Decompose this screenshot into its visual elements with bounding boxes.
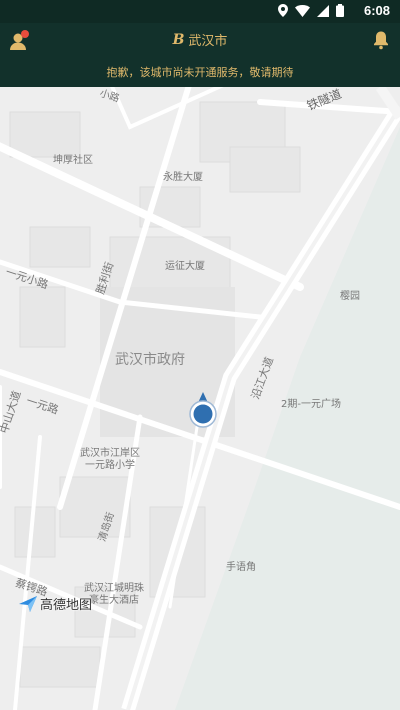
- attribution-text: 高德地图: [40, 598, 93, 613]
- map-label-yingyuan: 樱园: [340, 291, 360, 302]
- status-icons: [278, 4, 344, 17]
- notification-button[interactable]: [372, 30, 390, 50]
- brand-logo-icon: B: [172, 31, 185, 48]
- map-label-plaza: 2期-一元广场: [281, 399, 341, 410]
- map-label-shouyu: 手语角: [226, 562, 256, 573]
- signal-icon: [317, 4, 329, 17]
- battery-icon: [336, 4, 344, 17]
- map-label-yongsheng: 永胜大厦: [163, 172, 203, 183]
- app-header: B 武汉市 抱歉，该城市尚未开通服务，敬请期待: [0, 23, 400, 87]
- amap-logo-icon: [19, 595, 37, 612]
- map-view[interactable]: 小路 铁隧道 坤厚社区 永胜大厦 运征大厦 胜利街 一元小路 樱园 武汉市政府 …: [0, 87, 400, 710]
- map-attribution: 高德地图: [18, 594, 92, 613]
- city-name: 武汉市: [188, 34, 228, 49]
- map-label-hotel: 武汉江城明珠 豪生大酒店: [84, 583, 144, 606]
- map-label-kunhou: 坤厚社区: [53, 155, 93, 166]
- bell-icon: [374, 31, 388, 50]
- service-unavailable-notice: 抱歉，该城市尚未开通服务，敬请期待: [106, 66, 294, 79]
- city-selector[interactable]: B 武汉市: [0, 30, 400, 50]
- map-label-govt: 武汉市政府: [115, 352, 185, 368]
- wifi-icon: [295, 4, 310, 17]
- map-label-yunzheng: 运征大厦: [165, 261, 205, 272]
- status-bar: 6:08: [0, 0, 400, 23]
- status-time: 6:08: [363, 3, 390, 18]
- map-label-school: 武汉市江岸区 一元路小学: [80, 448, 140, 471]
- location-icon: [278, 4, 288, 17]
